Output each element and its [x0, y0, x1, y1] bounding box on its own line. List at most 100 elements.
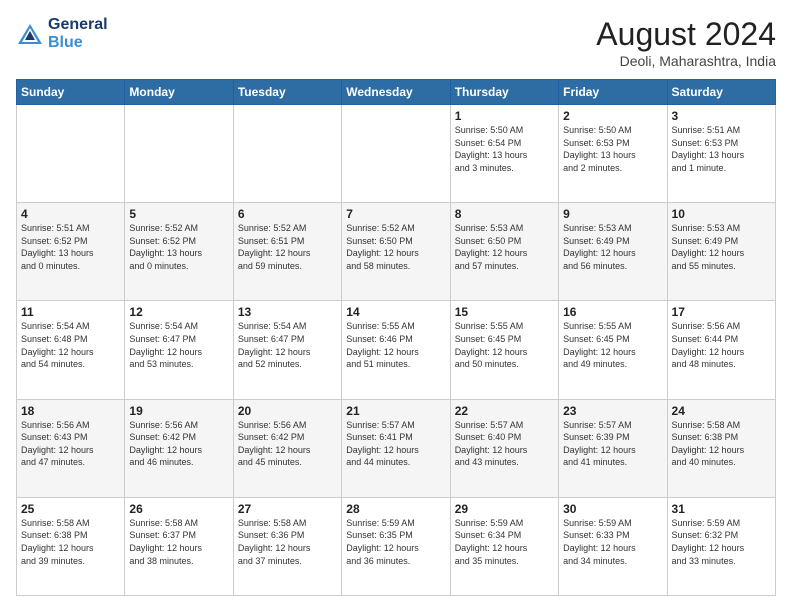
- calendar-cell: 16Sunrise: 5:55 AM Sunset: 6:45 PM Dayli…: [559, 301, 667, 399]
- calendar-cell: 27Sunrise: 5:58 AM Sunset: 6:36 PM Dayli…: [233, 497, 341, 595]
- cell-info: Sunrise: 5:56 AM Sunset: 6:42 PM Dayligh…: [238, 419, 337, 469]
- day-number: 30: [563, 502, 662, 516]
- day-number: 11: [21, 305, 120, 319]
- calendar-cell: 2Sunrise: 5:50 AM Sunset: 6:53 PM Daylig…: [559, 105, 667, 203]
- cell-info: Sunrise: 5:58 AM Sunset: 6:36 PM Dayligh…: [238, 517, 337, 567]
- cell-info: Sunrise: 5:55 AM Sunset: 6:46 PM Dayligh…: [346, 320, 445, 370]
- cell-info: Sunrise: 5:55 AM Sunset: 6:45 PM Dayligh…: [455, 320, 554, 370]
- cell-info: Sunrise: 5:56 AM Sunset: 6:43 PM Dayligh…: [21, 419, 120, 469]
- cell-info: Sunrise: 5:59 AM Sunset: 6:33 PM Dayligh…: [563, 517, 662, 567]
- logo-icon: [16, 20, 44, 48]
- location: Deoli, Maharashtra, India: [596, 53, 776, 69]
- calendar-cell: 22Sunrise: 5:57 AM Sunset: 6:40 PM Dayli…: [450, 399, 558, 497]
- cell-info: Sunrise: 5:59 AM Sunset: 6:35 PM Dayligh…: [346, 517, 445, 567]
- day-number: 15: [455, 305, 554, 319]
- calendar-cell: 18Sunrise: 5:56 AM Sunset: 6:43 PM Dayli…: [17, 399, 125, 497]
- day-number: 9: [563, 207, 662, 221]
- day-number: 12: [129, 305, 228, 319]
- cell-info: Sunrise: 5:52 AM Sunset: 6:52 PM Dayligh…: [129, 222, 228, 272]
- day-number: 6: [238, 207, 337, 221]
- cell-info: Sunrise: 5:50 AM Sunset: 6:54 PM Dayligh…: [455, 124, 554, 174]
- day-number: 22: [455, 404, 554, 418]
- cell-info: Sunrise: 5:55 AM Sunset: 6:45 PM Dayligh…: [563, 320, 662, 370]
- day-number: 17: [672, 305, 771, 319]
- calendar-week-row: 25Sunrise: 5:58 AM Sunset: 6:38 PM Dayli…: [17, 497, 776, 595]
- day-number: 19: [129, 404, 228, 418]
- cell-info: Sunrise: 5:57 AM Sunset: 6:40 PM Dayligh…: [455, 419, 554, 469]
- day-number: 4: [21, 207, 120, 221]
- cell-info: Sunrise: 5:53 AM Sunset: 6:49 PM Dayligh…: [672, 222, 771, 272]
- cell-info: Sunrise: 5:51 AM Sunset: 6:53 PM Dayligh…: [672, 124, 771, 174]
- calendar-cell: 17Sunrise: 5:56 AM Sunset: 6:44 PM Dayli…: [667, 301, 775, 399]
- page: General Blue August 2024 Deoli, Maharash…: [0, 0, 792, 612]
- cell-info: Sunrise: 5:56 AM Sunset: 6:42 PM Dayligh…: [129, 419, 228, 469]
- cell-info: Sunrise: 5:54 AM Sunset: 6:47 PM Dayligh…: [129, 320, 228, 370]
- day-number: 5: [129, 207, 228, 221]
- calendar-cell: 19Sunrise: 5:56 AM Sunset: 6:42 PM Dayli…: [125, 399, 233, 497]
- calendar-day-header: Monday: [125, 80, 233, 105]
- calendar-cell: 28Sunrise: 5:59 AM Sunset: 6:35 PM Dayli…: [342, 497, 450, 595]
- calendar-cell: 24Sunrise: 5:58 AM Sunset: 6:38 PM Dayli…: [667, 399, 775, 497]
- calendar-cell: 21Sunrise: 5:57 AM Sunset: 6:41 PM Dayli…: [342, 399, 450, 497]
- calendar-cell: 14Sunrise: 5:55 AM Sunset: 6:46 PM Dayli…: [342, 301, 450, 399]
- calendar-week-row: 18Sunrise: 5:56 AM Sunset: 6:43 PM Dayli…: [17, 399, 776, 497]
- day-number: 20: [238, 404, 337, 418]
- day-number: 23: [563, 404, 662, 418]
- calendar-week-row: 4Sunrise: 5:51 AM Sunset: 6:52 PM Daylig…: [17, 203, 776, 301]
- calendar-cell: 7Sunrise: 5:52 AM Sunset: 6:50 PM Daylig…: [342, 203, 450, 301]
- logo-text: General Blue: [48, 16, 108, 52]
- day-number: 10: [672, 207, 771, 221]
- day-number: 21: [346, 404, 445, 418]
- cell-info: Sunrise: 5:57 AM Sunset: 6:41 PM Dayligh…: [346, 419, 445, 469]
- calendar-cell: 1Sunrise: 5:50 AM Sunset: 6:54 PM Daylig…: [450, 105, 558, 203]
- day-number: 18: [21, 404, 120, 418]
- calendar-header-row: SundayMondayTuesdayWednesdayThursdayFrid…: [17, 80, 776, 105]
- day-number: 26: [129, 502, 228, 516]
- calendar-cell: 30Sunrise: 5:59 AM Sunset: 6:33 PM Dayli…: [559, 497, 667, 595]
- cell-info: Sunrise: 5:50 AM Sunset: 6:53 PM Dayligh…: [563, 124, 662, 174]
- calendar-cell: 6Sunrise: 5:52 AM Sunset: 6:51 PM Daylig…: [233, 203, 341, 301]
- calendar-cell: 9Sunrise: 5:53 AM Sunset: 6:49 PM Daylig…: [559, 203, 667, 301]
- calendar-day-header: Sunday: [17, 80, 125, 105]
- cell-info: Sunrise: 5:53 AM Sunset: 6:50 PM Dayligh…: [455, 222, 554, 272]
- calendar-day-header: Thursday: [450, 80, 558, 105]
- title-block: August 2024 Deoli, Maharashtra, India: [596, 16, 776, 69]
- calendar-cell: [233, 105, 341, 203]
- logo: General Blue: [16, 16, 108, 52]
- month-title: August 2024: [596, 16, 776, 53]
- calendar-cell: 15Sunrise: 5:55 AM Sunset: 6:45 PM Dayli…: [450, 301, 558, 399]
- day-number: 8: [455, 207, 554, 221]
- calendar-cell: [17, 105, 125, 203]
- cell-info: Sunrise: 5:53 AM Sunset: 6:49 PM Dayligh…: [563, 222, 662, 272]
- cell-info: Sunrise: 5:52 AM Sunset: 6:50 PM Dayligh…: [346, 222, 445, 272]
- day-number: 2: [563, 109, 662, 123]
- calendar-cell: [342, 105, 450, 203]
- calendar-day-header: Friday: [559, 80, 667, 105]
- calendar-cell: 12Sunrise: 5:54 AM Sunset: 6:47 PM Dayli…: [125, 301, 233, 399]
- cell-info: Sunrise: 5:59 AM Sunset: 6:34 PM Dayligh…: [455, 517, 554, 567]
- day-number: 13: [238, 305, 337, 319]
- day-number: 28: [346, 502, 445, 516]
- day-number: 24: [672, 404, 771, 418]
- cell-info: Sunrise: 5:54 AM Sunset: 6:48 PM Dayligh…: [21, 320, 120, 370]
- day-number: 25: [21, 502, 120, 516]
- calendar-cell: 20Sunrise: 5:56 AM Sunset: 6:42 PM Dayli…: [233, 399, 341, 497]
- calendar-cell: 8Sunrise: 5:53 AM Sunset: 6:50 PM Daylig…: [450, 203, 558, 301]
- day-number: 1: [455, 109, 554, 123]
- calendar-cell: 26Sunrise: 5:58 AM Sunset: 6:37 PM Dayli…: [125, 497, 233, 595]
- cell-info: Sunrise: 5:51 AM Sunset: 6:52 PM Dayligh…: [21, 222, 120, 272]
- calendar-cell: [125, 105, 233, 203]
- calendar-week-row: 1Sunrise: 5:50 AM Sunset: 6:54 PM Daylig…: [17, 105, 776, 203]
- cell-info: Sunrise: 5:52 AM Sunset: 6:51 PM Dayligh…: [238, 222, 337, 272]
- calendar-cell: 10Sunrise: 5:53 AM Sunset: 6:49 PM Dayli…: [667, 203, 775, 301]
- day-number: 7: [346, 207, 445, 221]
- cell-info: Sunrise: 5:58 AM Sunset: 6:37 PM Dayligh…: [129, 517, 228, 567]
- cell-info: Sunrise: 5:54 AM Sunset: 6:47 PM Dayligh…: [238, 320, 337, 370]
- day-number: 29: [455, 502, 554, 516]
- cell-info: Sunrise: 5:57 AM Sunset: 6:39 PM Dayligh…: [563, 419, 662, 469]
- cell-info: Sunrise: 5:58 AM Sunset: 6:38 PM Dayligh…: [672, 419, 771, 469]
- calendar-cell: 31Sunrise: 5:59 AM Sunset: 6:32 PM Dayli…: [667, 497, 775, 595]
- cell-info: Sunrise: 5:58 AM Sunset: 6:38 PM Dayligh…: [21, 517, 120, 567]
- calendar-cell: 23Sunrise: 5:57 AM Sunset: 6:39 PM Dayli…: [559, 399, 667, 497]
- day-number: 14: [346, 305, 445, 319]
